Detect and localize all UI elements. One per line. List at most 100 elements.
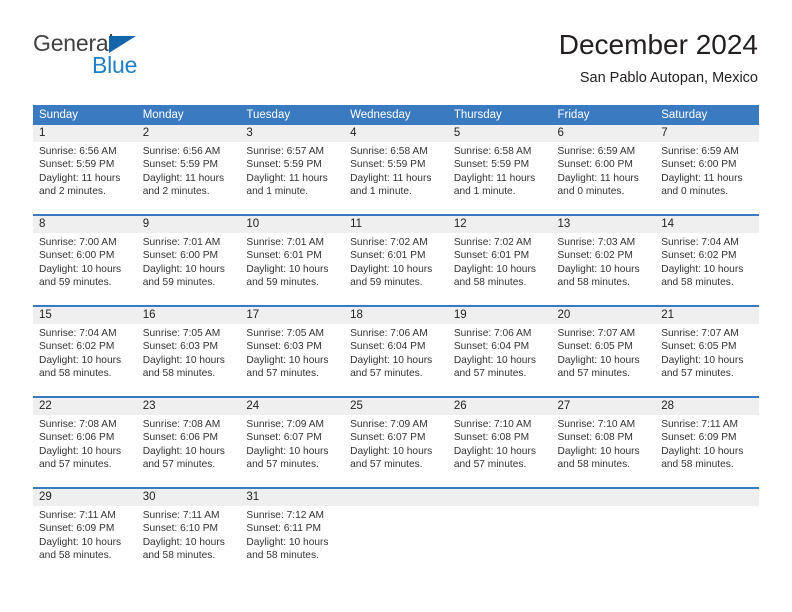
general-blue-logo[interactable]: General Blue bbox=[33, 30, 253, 86]
daylight-text-line1: Daylight: 10 hours bbox=[350, 263, 433, 275]
day-cell[interactable]: Sunrise: 6:57 AM Sunset: 5:59 PM Dayligh… bbox=[240, 142, 344, 214]
daylight-text-line2: and 57 minutes. bbox=[142, 458, 216, 470]
day-number[interactable]: 19 bbox=[448, 307, 552, 324]
day-number[interactable]: 16 bbox=[137, 307, 241, 324]
day-number[interactable]: 2 bbox=[137, 125, 241, 142]
day-cell[interactable]: Sunrise: 7:09 AM Sunset: 6:07 PM Dayligh… bbox=[240, 415, 344, 487]
day-cell[interactable]: Sunrise: 7:12 AM Sunset: 6:11 PM Dayligh… bbox=[240, 506, 344, 578]
daylight-text-line1: Daylight: 11 hours bbox=[246, 172, 328, 184]
daylight-text-line1: Daylight: 10 hours bbox=[557, 354, 640, 366]
week-date-band: 22 23 24 25 26 27 28 bbox=[33, 398, 759, 415]
day-cell[interactable]: Sunrise: 7:05 AM Sunset: 6:03 PM Dayligh… bbox=[137, 324, 241, 396]
day-number[interactable]: 10 bbox=[240, 216, 344, 233]
day-cell[interactable]: Sunrise: 7:05 AM Sunset: 6:03 PM Dayligh… bbox=[240, 324, 344, 396]
day-number[interactable]: 25 bbox=[344, 398, 448, 415]
day-number[interactable]: 12 bbox=[448, 216, 552, 233]
day-number[interactable]: 11 bbox=[344, 216, 448, 233]
day-cell[interactable]: Sunrise: 6:59 AM Sunset: 6:00 PM Dayligh… bbox=[655, 142, 759, 214]
day-number[interactable]: 31 bbox=[240, 489, 344, 506]
day-cell[interactable]: Sunrise: 7:01 AM Sunset: 6:00 PM Dayligh… bbox=[137, 233, 241, 305]
day-number[interactable]: 14 bbox=[655, 216, 759, 233]
day-cell[interactable]: Sunrise: 6:58 AM Sunset: 5:59 PM Dayligh… bbox=[448, 142, 552, 214]
day-number[interactable]: 24 bbox=[240, 398, 344, 415]
day-cell[interactable]: Sunrise: 7:07 AM Sunset: 6:05 PM Dayligh… bbox=[552, 324, 656, 396]
day-number[interactable]: 9 bbox=[137, 216, 241, 233]
day-cell[interactable]: Sunrise: 7:08 AM Sunset: 6:06 PM Dayligh… bbox=[137, 415, 241, 487]
day-number[interactable]: 28 bbox=[655, 398, 759, 415]
daylight-text-line1: Daylight: 10 hours bbox=[661, 354, 744, 366]
day-cell[interactable]: Sunrise: 7:04 AM Sunset: 6:02 PM Dayligh… bbox=[655, 233, 759, 305]
day-cell[interactable]: Sunrise: 7:11 AM Sunset: 6:09 PM Dayligh… bbox=[33, 506, 137, 578]
day-cell[interactable]: Sunrise: 7:11 AM Sunset: 6:10 PM Dayligh… bbox=[137, 506, 241, 578]
daylight-text-line1: Daylight: 10 hours bbox=[453, 445, 536, 457]
day-cell[interactable]: Sunrise: 7:06 AM Sunset: 6:04 PM Dayligh… bbox=[344, 324, 448, 396]
day-number[interactable]: 6 bbox=[552, 125, 656, 142]
day-number[interactable]: 22 bbox=[33, 398, 137, 415]
weekday-header-tuesday: Tuesday bbox=[246, 109, 291, 121]
day-cell[interactable]: Sunrise: 6:56 AM Sunset: 5:59 PM Dayligh… bbox=[137, 142, 241, 214]
week-info-band: Sunrise: 7:00 AM Sunset: 6:00 PM Dayligh… bbox=[33, 233, 759, 305]
day-number[interactable]: 29 bbox=[33, 489, 137, 506]
sunset-text: Sunset: 5:59 PM bbox=[350, 159, 426, 171]
daylight-text-line1: Daylight: 10 hours bbox=[39, 536, 122, 548]
day-number[interactable]: 1 bbox=[33, 125, 137, 142]
weekday-header-wednesday: Wednesday bbox=[350, 109, 411, 121]
weekday-header-row: Sunday Monday Tuesday Wednesday Thursday… bbox=[33, 105, 759, 125]
day-cell[interactable]: Sunrise: 6:58 AM Sunset: 5:59 PM Dayligh… bbox=[344, 142, 448, 214]
sunset-text: Sunset: 6:05 PM bbox=[557, 341, 633, 353]
weekday-header-friday: Friday bbox=[557, 109, 590, 121]
sunset-text: Sunset: 6:11 PM bbox=[246, 523, 321, 535]
day-number[interactable]: 5 bbox=[448, 125, 552, 142]
day-number[interactable]: 15 bbox=[33, 307, 137, 324]
day-number[interactable]: 23 bbox=[137, 398, 241, 415]
day-number-empty bbox=[552, 489, 656, 506]
day-cell[interactable]: Sunrise: 7:04 AM Sunset: 6:02 PM Dayligh… bbox=[33, 324, 137, 396]
daylight-text-line2: and 57 minutes. bbox=[453, 367, 527, 379]
day-number[interactable]: 17 bbox=[240, 307, 344, 324]
sunrise-text: Sunrise: 7:09 AM bbox=[350, 419, 428, 430]
day-cell-empty bbox=[552, 506, 656, 578]
sunrise-text: Sunrise: 6:59 AM bbox=[557, 146, 636, 157]
day-cell[interactable]: Sunrise: 7:10 AM Sunset: 6:08 PM Dayligh… bbox=[448, 415, 552, 487]
day-cell[interactable]: Sunrise: 7:02 AM Sunset: 6:01 PM Dayligh… bbox=[344, 233, 448, 305]
daylight-text-line2: and 2 minutes. bbox=[39, 185, 106, 197]
day-cell[interactable]: Sunrise: 7:03 AM Sunset: 6:02 PM Dayligh… bbox=[552, 233, 656, 305]
daylight-text-line2: and 58 minutes. bbox=[39, 367, 112, 379]
day-cell[interactable]: Sunrise: 7:11 AM Sunset: 6:09 PM Dayligh… bbox=[655, 415, 759, 487]
day-cell[interactable]: Sunrise: 7:10 AM Sunset: 6:08 PM Dayligh… bbox=[552, 415, 656, 487]
day-number[interactable]: 21 bbox=[655, 307, 759, 324]
daylight-text-line2: and 59 minutes. bbox=[39, 276, 112, 288]
day-number[interactable]: 3 bbox=[240, 125, 344, 142]
day-number[interactable]: 13 bbox=[552, 216, 656, 233]
sunrise-text: Sunrise: 7:06 AM bbox=[453, 328, 532, 339]
daylight-text-line2: and 1 minute. bbox=[246, 185, 309, 197]
day-number[interactable]: 26 bbox=[448, 398, 552, 415]
day-number[interactable]: 30 bbox=[137, 489, 241, 506]
day-number[interactable]: 27 bbox=[552, 398, 656, 415]
day-cell[interactable]: Sunrise: 7:02 AM Sunset: 6:01 PM Dayligh… bbox=[448, 233, 552, 305]
day-number[interactable]: 8 bbox=[33, 216, 137, 233]
calendar-page: General Blue December 2024 San Pablo Aut… bbox=[0, 0, 792, 612]
day-number[interactable]: 4 bbox=[344, 125, 448, 142]
week-row: 15 16 17 18 19 20 21 Sunrise: 7:04 AM Su… bbox=[33, 305, 759, 396]
day-cell[interactable]: Sunrise: 7:09 AM Sunset: 6:07 PM Dayligh… bbox=[344, 415, 448, 487]
day-cell[interactable]: Sunrise: 7:01 AM Sunset: 6:01 PM Dayligh… bbox=[240, 233, 344, 305]
sunset-text: Sunset: 6:05 PM bbox=[661, 341, 737, 353]
day-number[interactable]: 20 bbox=[552, 307, 656, 324]
daylight-text-line1: Daylight: 11 hours bbox=[142, 172, 225, 184]
day-number[interactable]: 7 bbox=[655, 125, 759, 142]
sunrise-text: Sunrise: 7:11 AM bbox=[142, 510, 220, 521]
day-cell[interactable]: Sunrise: 7:06 AM Sunset: 6:04 PM Dayligh… bbox=[448, 324, 552, 396]
day-cell[interactable]: Sunrise: 6:56 AM Sunset: 5:59 PM Dayligh… bbox=[33, 142, 137, 214]
week-info-band: Sunrise: 7:11 AM Sunset: 6:09 PM Dayligh… bbox=[33, 506, 759, 578]
day-cell[interactable]: Sunrise: 6:59 AM Sunset: 6:00 PM Dayligh… bbox=[552, 142, 656, 214]
sunset-text: Sunset: 6:04 PM bbox=[453, 341, 530, 353]
day-cell[interactable]: Sunrise: 7:07 AM Sunset: 6:05 PM Dayligh… bbox=[655, 324, 759, 396]
sunset-text: Sunset: 6:02 PM bbox=[557, 250, 633, 262]
day-cell[interactable]: Sunrise: 7:08 AM Sunset: 6:06 PM Dayligh… bbox=[33, 415, 137, 487]
day-number[interactable]: 18 bbox=[344, 307, 448, 324]
sunrise-text: Sunrise: 7:03 AM bbox=[557, 237, 636, 248]
day-cell[interactable]: Sunrise: 7:00 AM Sunset: 6:00 PM Dayligh… bbox=[33, 233, 137, 305]
week-row: 1 2 3 4 5 6 7 Sunrise: 6:56 AM Sunset: 5… bbox=[33, 125, 759, 214]
daylight-text-line2: and 58 minutes. bbox=[661, 276, 734, 288]
